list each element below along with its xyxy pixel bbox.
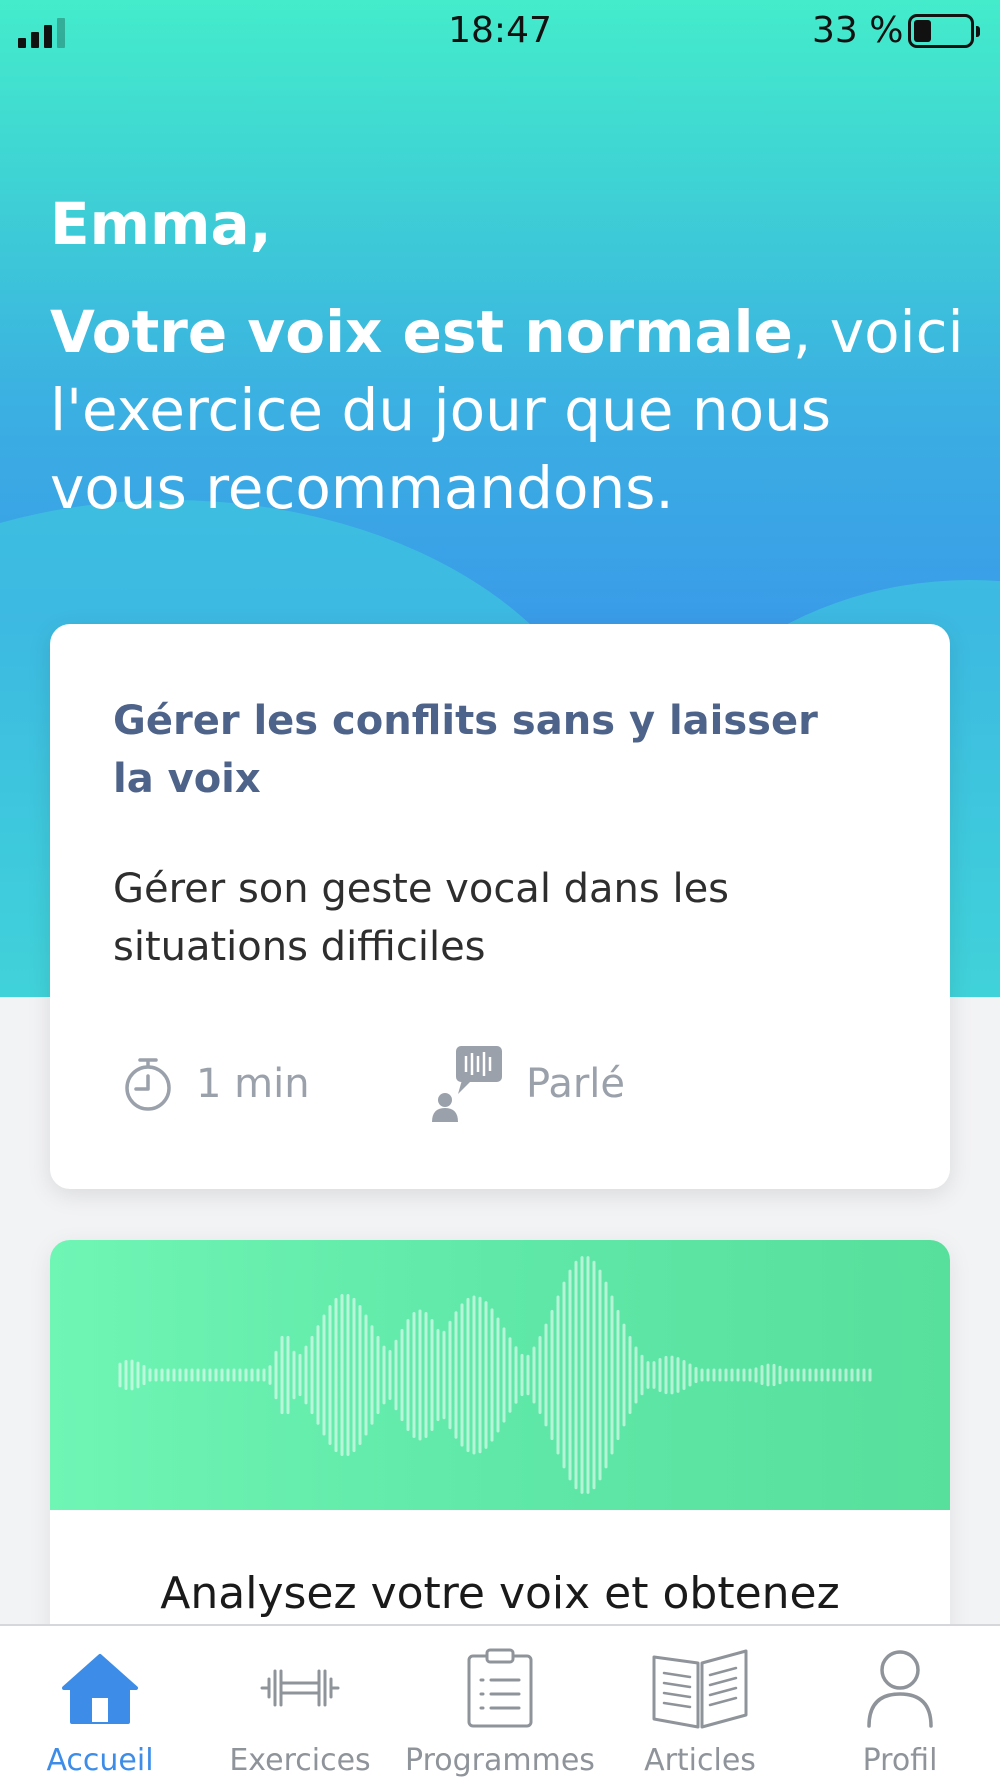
tab-accueil[interactable]: Accueil <box>0 1626 200 1778</box>
exercise-type: Parlé <box>432 1044 625 1124</box>
battery-percentage: 33 % <box>812 10 904 51</box>
tab-profil[interactable]: Profil <box>800 1626 1000 1778</box>
timer-icon <box>125 1058 171 1111</box>
user-icon <box>867 1649 933 1728</box>
tab-label: Articles <box>644 1743 756 1778</box>
greeting-message: Votre voix est normale, voici l'exercice… <box>50 293 970 527</box>
home-icon <box>62 1653 138 1724</box>
waveform-graphic <box>118 1256 872 1494</box>
tab-label: Accueil <box>46 1743 154 1778</box>
exercise-title: Gérer les conflits sans y laisser la voi… <box>113 698 818 802</box>
daily-exercise-card[interactable]: Gérer les conflits sans y laisser la voi… <box>50 624 950 1189</box>
tab-bar: Accueil Exercices Programmes Articles Pr… <box>0 1624 1000 1778</box>
voice-analysis-text: Analysez votre voix et obtenez <box>160 1568 840 1619</box>
tab-label: Programmes <box>405 1743 595 1778</box>
exercise-subtitle: Gérer son geste vocal dans les situation… <box>113 866 730 970</box>
tab-label: Profil <box>862 1743 938 1778</box>
battery-icon <box>908 14 980 48</box>
speaking-person-icon <box>432 1046 502 1122</box>
voice-waveform-banner <box>50 1240 950 1510</box>
clipboard-list-icon <box>467 1648 533 1727</box>
exercise-duration: 1 min <box>122 1044 310 1124</box>
tab-programmes[interactable]: Programmes <box>400 1626 600 1778</box>
voice-status: Votre voix est normale <box>50 298 793 366</box>
tab-exercices[interactable]: Exercices <box>200 1626 400 1778</box>
open-book-icon <box>652 1649 748 1728</box>
status-bar: 18:47 33 % <box>0 0 1000 62</box>
dumbbell-icon <box>260 1669 340 1706</box>
tab-label: Exercices <box>229 1743 371 1778</box>
tab-articles[interactable]: Articles <box>600 1626 800 1778</box>
home-screen: 18:47 33 % Emma, Votre voix est normale,… <box>0 0 1000 1778</box>
greeting-name: Emma, <box>50 190 272 258</box>
type-label: Parlé <box>526 1061 626 1107</box>
duration-label: 1 min <box>196 1061 310 1107</box>
